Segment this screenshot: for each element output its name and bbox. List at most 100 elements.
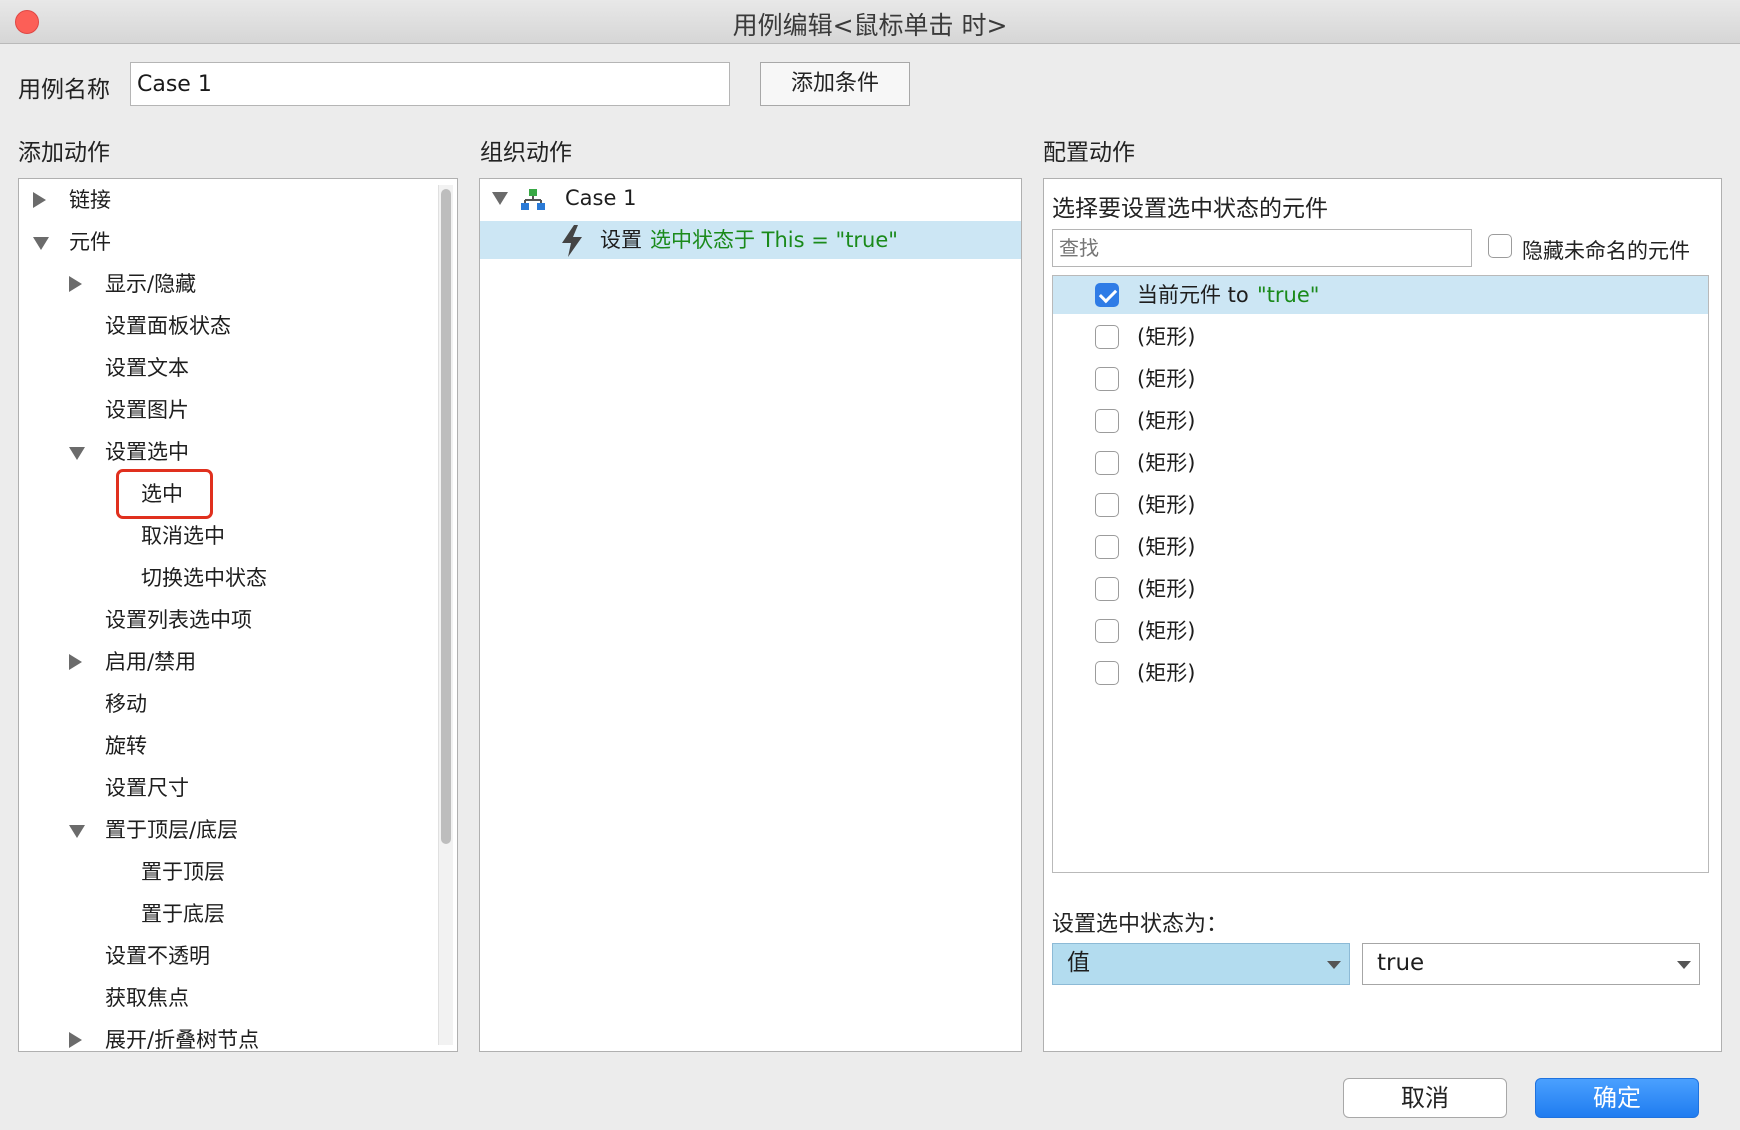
widget-value: "true" xyxy=(1257,283,1320,307)
tree-item[interactable]: 链接 xyxy=(19,181,457,219)
tree-item-label: 切换选中状态 xyxy=(141,566,267,590)
tree-item[interactable]: 置于顶层/底层 xyxy=(19,811,457,849)
collapse-triangle-icon[interactable] xyxy=(33,237,49,250)
tree-item-label: 元件 xyxy=(69,230,111,254)
widget-checkbox[interactable] xyxy=(1095,493,1119,517)
tree-item-label: 设置面板状态 xyxy=(105,314,231,338)
tree-item[interactable]: 设置不透明 xyxy=(19,937,457,975)
widget-list: 当前元件 to "true" (矩形) (矩形) (矩形) (矩形) (矩形) (矩形) (矩形… xyxy=(1052,275,1709,873)
widget-row[interactable]: (矩形) xyxy=(1053,318,1708,356)
tree-item[interactable]: 取消选中 xyxy=(19,517,457,555)
widget-row[interactable]: (矩形) xyxy=(1053,360,1708,398)
configure-action-panel: 选择要设置选中状态的元件 隐藏未命名的元件 当前元件 to "true" (矩形) (… xyxy=(1043,178,1722,1052)
tree-item[interactable]: 启用/禁用 xyxy=(19,643,457,681)
state-value-select[interactable]: true xyxy=(1362,943,1700,985)
expand-triangle-icon[interactable] xyxy=(33,192,46,208)
widget-row[interactable]: 当前元件 to "true" xyxy=(1053,276,1708,314)
widget-label: (矩形) xyxy=(1137,325,1196,349)
hide-unnamed-checkbox[interactable] xyxy=(1488,234,1512,258)
widget-checkbox[interactable] xyxy=(1095,283,1119,307)
widget-search-input[interactable] xyxy=(1052,229,1472,267)
widget-checkbox[interactable] xyxy=(1095,619,1119,643)
tree-scrollbar[interactable] xyxy=(438,185,453,1045)
case-flow-icon xyxy=(520,186,546,224)
chevron-down-icon xyxy=(1677,961,1691,969)
widget-checkbox[interactable] xyxy=(1095,661,1119,685)
tree-item[interactable]: 置于底层 xyxy=(19,895,457,933)
state-mode-select[interactable]: 值 xyxy=(1052,943,1350,985)
widget-label: (矩形) xyxy=(1137,535,1196,559)
state-value-text: true xyxy=(1377,950,1425,976)
add-action-heading: 添加动作 xyxy=(18,140,110,166)
cancel-button[interactable]: 取消 xyxy=(1343,1078,1507,1118)
organize-action-panel: Case 1 设置 选中状态于 This = "true" xyxy=(479,178,1022,1052)
widget-row[interactable]: (矩形) xyxy=(1053,570,1708,608)
tree-item[interactable]: 旋转 xyxy=(19,727,457,765)
tree-item-label: 设置不透明 xyxy=(105,944,210,968)
widget-checkbox[interactable] xyxy=(1095,451,1119,475)
chevron-down-icon xyxy=(1327,961,1341,969)
widget-checkbox[interactable] xyxy=(1095,535,1119,559)
add-condition-button[interactable]: 添加条件 xyxy=(760,62,910,106)
tree-item[interactable]: 元件 xyxy=(19,223,457,261)
widget-label: (矩形) xyxy=(1137,409,1196,433)
tree-item[interactable]: 显示/隐藏 xyxy=(19,265,457,303)
widget-checkbox[interactable] xyxy=(1095,367,1119,391)
tree-item[interactable]: 展开/折叠树节点 xyxy=(19,1021,457,1052)
set-state-label: 设置选中状态为： xyxy=(1052,912,1229,937)
tree-item[interactable]: 选中 xyxy=(19,475,457,513)
widget-row[interactable]: (矩形) xyxy=(1053,402,1708,440)
tree-item[interactable]: 获取焦点 xyxy=(19,979,457,1017)
widget-label: (矩形) xyxy=(1137,367,1196,391)
tree-item[interactable]: 设置文本 xyxy=(19,349,457,387)
tree-item[interactable]: 设置列表选中项 xyxy=(19,601,457,639)
tree-item-label: 设置尺寸 xyxy=(105,776,189,800)
tree-item[interactable]: 设置面板状态 xyxy=(19,307,457,345)
widget-label: 当前元件 to xyxy=(1137,283,1249,307)
ok-button[interactable]: 确定 xyxy=(1535,1078,1699,1118)
tree-item-label: 启用/禁用 xyxy=(105,650,197,674)
tree-item[interactable]: 设置尺寸 xyxy=(19,769,457,807)
lightning-icon xyxy=(560,225,584,269)
tree-item-label: 展开/折叠树节点 xyxy=(105,1028,260,1052)
tree-item-label: 设置文本 xyxy=(105,356,189,380)
tree-item-label: 移动 xyxy=(105,692,147,716)
configure-action-heading: 配置动作 xyxy=(1043,140,1135,166)
widget-label: (矩形) xyxy=(1137,577,1196,601)
widget-label: (矩形) xyxy=(1137,619,1196,643)
state-mode-value: 值 xyxy=(1067,950,1090,976)
tree-item-label: 取消选中 xyxy=(141,524,225,548)
tree-item[interactable]: 置于顶层 xyxy=(19,853,457,891)
widget-row[interactable]: (矩形) xyxy=(1053,444,1708,482)
widget-row[interactable]: (矩形) xyxy=(1053,654,1708,692)
tree-item[interactable]: 设置图片 xyxy=(19,391,457,429)
collapse-triangle-icon[interactable] xyxy=(69,447,85,460)
collapse-triangle-icon[interactable] xyxy=(69,825,85,838)
collapse-triangle-icon[interactable] xyxy=(492,192,508,205)
expand-triangle-icon[interactable] xyxy=(69,654,82,670)
tree-item[interactable]: 设置选中 xyxy=(19,433,457,471)
widget-checkbox[interactable] xyxy=(1095,325,1119,349)
case-name-input[interactable] xyxy=(130,62,730,106)
action-node[interactable]: 设置 选中状态于 This = "true" xyxy=(480,221,1021,259)
widget-label: (矩形) xyxy=(1137,451,1196,475)
title-bar: 用例编辑<鼠标单击 时> xyxy=(0,0,1740,44)
case-name-label: 用例名称 xyxy=(18,77,110,103)
tree-item-label: 置于顶层/底层 xyxy=(105,818,239,842)
configure-heading: 选择要设置选中状态的元件 xyxy=(1052,196,1328,222)
widget-checkbox[interactable] xyxy=(1095,409,1119,433)
widget-row[interactable]: (矩形) xyxy=(1053,486,1708,524)
tree-item-label: 置于顶层 xyxy=(141,860,225,884)
hide-unnamed-label: 隐藏未命名的元件 xyxy=(1522,239,1690,263)
widget-checkbox[interactable] xyxy=(1095,577,1119,601)
expand-triangle-icon[interactable] xyxy=(69,276,82,292)
tree-item-label: 获取焦点 xyxy=(105,986,189,1010)
widget-row[interactable]: (矩形) xyxy=(1053,612,1708,650)
case-node[interactable]: Case 1 xyxy=(480,179,1021,217)
tree-scrollbar-thumb[interactable] xyxy=(441,189,451,844)
tree-item[interactable]: 移动 xyxy=(19,685,457,723)
expand-triangle-icon[interactable] xyxy=(69,1032,82,1048)
widget-row[interactable]: (矩形) xyxy=(1053,528,1708,566)
tree-item[interactable]: 切换选中状态 xyxy=(19,559,457,597)
action-detail: 选中状态于 This = "true" xyxy=(650,228,898,252)
